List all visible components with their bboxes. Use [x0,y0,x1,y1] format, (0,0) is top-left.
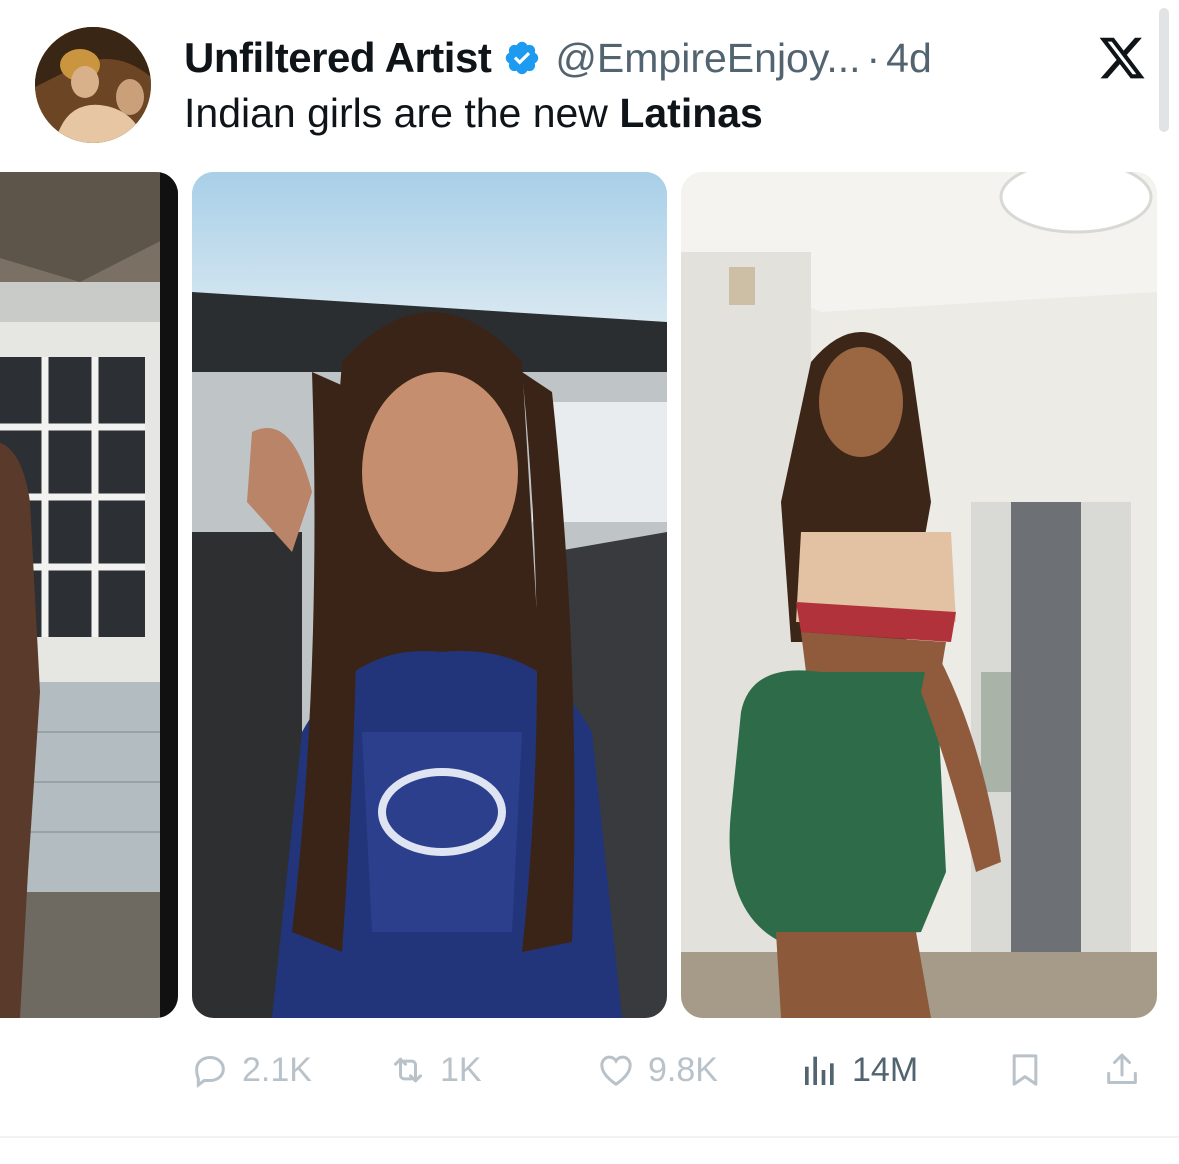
verified-badge-icon [506,41,539,75]
separator-dot: · [866,34,881,81]
bookmark-button[interactable] [1005,1045,1057,1095]
views-button[interactable]: 14M [800,1045,918,1095]
views-count: 14M [852,1050,919,1089]
scrollbar[interactable] [1159,8,1169,132]
media-photo-3[interactable] [681,172,1157,1018]
media-photo-2[interactable] [192,172,667,1018]
avatar-image [35,27,151,143]
tweet-divider [0,1136,1179,1138]
tweet-text-bold: Latinas [619,90,763,136]
like-icon [600,1055,632,1086]
photo-room-pose [681,172,1157,1018]
tweet-text: Indian girls are the new Latinas [184,90,763,137]
bookmark-icon [1012,1054,1038,1086]
tweet-text-prefix: Indian girls are the new [184,90,620,136]
avatar[interactable] [35,27,151,143]
retweet-icon [394,1057,422,1083]
reply-icon [195,1055,225,1089]
tweet-actions: 2.1K 1K 9.8K 14M [0,1045,1179,1095]
retweet-button[interactable]: 1K [388,1045,482,1095]
tweet-header: Unfiltered Artist @EmpireEnjoy... · 4d [184,30,932,86]
author-handle[interactable]: @EmpireEnjoy... [555,35,860,82]
reply-count: 2.1K [242,1050,312,1089]
media-photo-1[interactable] [0,172,178,1018]
x-logo-icon[interactable] [1096,33,1148,83]
photo-porch-scene [0,172,178,1018]
timestamp[interactable]: 4d [886,35,932,82]
like-button[interactable]: 9.8K [596,1045,718,1095]
retweet-count: 1K [440,1050,482,1089]
photo-car-selfie [192,172,667,1018]
display-name[interactable]: Unfiltered Artist [184,34,492,82]
like-count: 9.8K [648,1050,718,1089]
views-icon [805,1056,834,1085]
share-icon [1107,1053,1137,1084]
share-button[interactable] [1102,1045,1154,1095]
reply-button[interactable]: 2.1K [190,1045,312,1095]
tweet: Unfiltered Artist @EmpireEnjoy... · 4d I… [0,0,1179,1164]
